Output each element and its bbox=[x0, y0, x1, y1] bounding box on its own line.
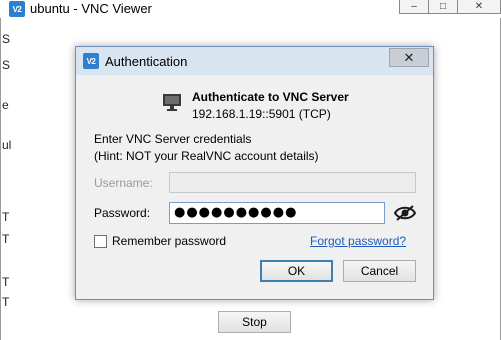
server-title: Authenticate to VNC Server bbox=[192, 90, 349, 104]
dialog-titlebar: V2 Authentication ✕ bbox=[76, 47, 433, 75]
text-fragment: T bbox=[2, 232, 10, 246]
ok-button[interactable]: OK bbox=[260, 260, 333, 282]
text-fragment: S bbox=[2, 32, 11, 46]
cancel-button[interactable]: Cancel bbox=[343, 260, 416, 282]
authentication-dialog: V2 Authentication ✕ Authenticate to VNC … bbox=[75, 46, 434, 300]
window-controls: – □ ✕ bbox=[399, 0, 501, 14]
text-fragment: T bbox=[2, 295, 10, 309]
maximize-icon[interactable]: □ bbox=[428, 0, 458, 14]
window-title: ubuntu - VNC Viewer bbox=[30, 1, 152, 16]
forgot-password-link[interactable]: Forgot password? bbox=[310, 234, 406, 248]
text-fragment: T bbox=[2, 275, 10, 289]
show-password-icon[interactable] bbox=[394, 204, 416, 222]
username-field bbox=[169, 172, 416, 193]
vnc-app-icon: V2 bbox=[83, 53, 99, 69]
credentials-hint: (Hint: NOT your RealVNC account details) bbox=[94, 149, 319, 163]
dialog-close-button[interactable]: ✕ bbox=[389, 48, 429, 67]
server-address: 192.168.1.19::5901 (TCP) bbox=[192, 107, 331, 121]
text-fragment: e bbox=[2, 98, 9, 112]
stop-button[interactable]: Stop bbox=[218, 311, 291, 333]
monitor-icon bbox=[163, 94, 181, 111]
credentials-prompt: Enter VNC Server credentials bbox=[94, 132, 252, 146]
remember-password-checkbox[interactable] bbox=[94, 235, 107, 248]
dialog-body: Authenticate to VNC Server 192.168.1.19:… bbox=[82, 75, 427, 294]
close-icon: ✕ bbox=[403, 49, 415, 65]
password-label: Password: bbox=[94, 206, 151, 220]
window-titlebar: V2 ubuntu - VNC Viewer – □ ✕ bbox=[0, 0, 501, 18]
minimize-icon[interactable]: – bbox=[399, 0, 429, 14]
text-fragment: T bbox=[2, 210, 10, 224]
dialog-title: Authentication bbox=[105, 54, 188, 69]
text-fragment: ul bbox=[2, 138, 12, 152]
vnc-app-icon: V2 bbox=[9, 1, 25, 17]
password-field[interactable]: ●●●●●●●●●● bbox=[169, 202, 385, 224]
close-icon[interactable]: ✕ bbox=[457, 0, 501, 14]
text-fragment: S bbox=[2, 58, 11, 72]
remember-password-label[interactable]: Remember password bbox=[112, 234, 226, 248]
username-label: Username: bbox=[94, 176, 153, 190]
